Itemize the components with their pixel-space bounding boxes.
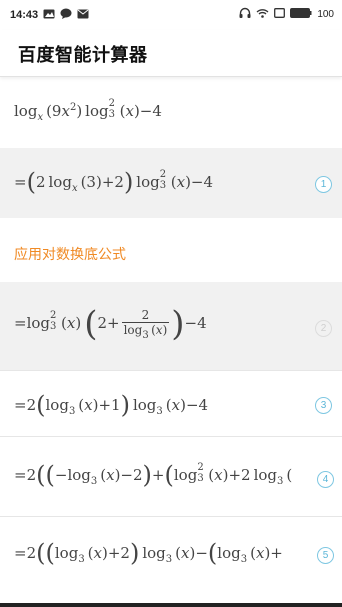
step-row-2[interactable]: =log 2 3 (x) (2+ 2 log3 (x))−4 2 bbox=[0, 282, 342, 370]
title-bar: 百度智能计算器 bbox=[0, 30, 342, 77]
problem-expression[interactable]: logx (9x2) log 2 3 (x)−4 bbox=[0, 78, 342, 148]
section-label: 应用对数换底公式 bbox=[14, 246, 126, 262]
battery-level: 100 bbox=[317, 8, 334, 20]
step-badge[interactable]: 4 bbox=[317, 471, 334, 488]
battery-icon bbox=[290, 7, 312, 21]
status-bar: 14:43 100 bbox=[0, 0, 342, 30]
step-badge[interactable]: 1 bbox=[315, 176, 332, 193]
step-badge[interactable]: 3 bbox=[315, 397, 332, 414]
section-row: 应用对数换底公式 bbox=[0, 218, 342, 282]
status-time: 14:43 bbox=[10, 9, 39, 21]
step-row-5[interactable]: =2((log3 (x)+2) log3 (x)−(log3 (x)+ 5 bbox=[0, 516, 342, 603]
step-row-4[interactable]: =2((−log3 (x)−2)+(log 2 3 (x)+2 log3 ( 4 bbox=[0, 436, 342, 517]
page-title: 百度智能计算器 bbox=[18, 45, 148, 65]
bottom-edge bbox=[0, 603, 342, 607]
headphones-icon bbox=[239, 7, 251, 21]
step-badge[interactable]: 2 bbox=[315, 320, 332, 337]
screen-icon bbox=[274, 7, 286, 21]
mail-icon bbox=[77, 9, 89, 22]
chat-bubble-icon bbox=[60, 8, 72, 22]
step-row-1[interactable]: =(2 logx (3)+2) log 2 3 (x)−4 1 bbox=[0, 148, 342, 218]
image-icon bbox=[43, 9, 55, 22]
step-badge[interactable]: 5 bbox=[317, 547, 334, 564]
step-row-3[interactable]: =2(log3 (x)+1) log3 (x)−4 3 bbox=[0, 370, 342, 437]
wifi-icon bbox=[256, 8, 269, 21]
